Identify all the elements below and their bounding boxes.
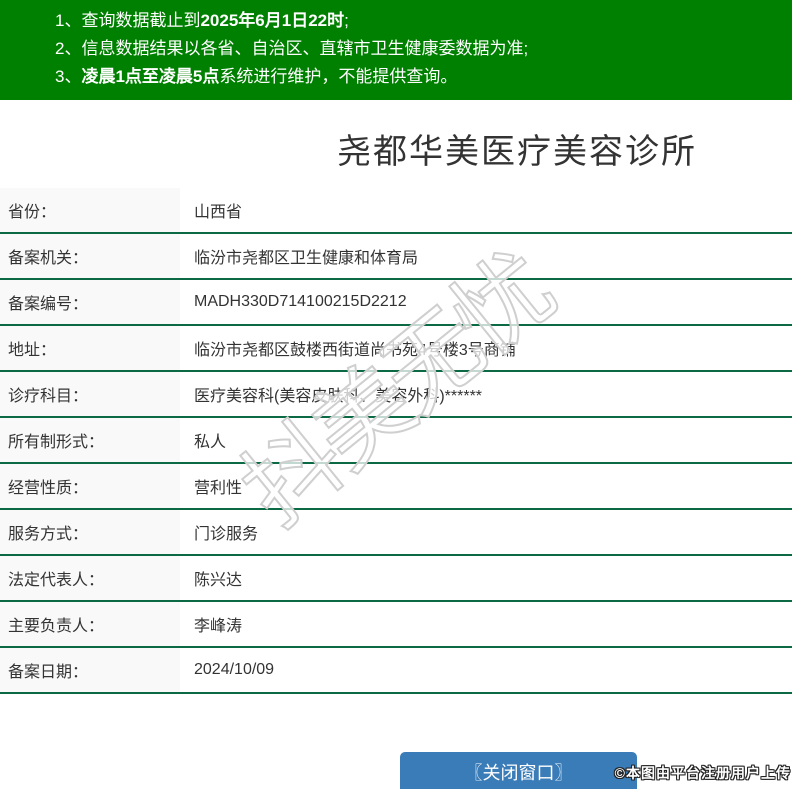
row-label: 地址： [0, 326, 180, 370]
uploader-note: ©本图由平台注册用户上传 [614, 765, 791, 781]
table-row: 省份： 山西省 [0, 188, 792, 234]
row-value: 李峰涛 [194, 618, 243, 635]
table-row: 备案机关： 临汾市尧都区卫生健康和体育局 [0, 234, 792, 280]
banner-notices: 1、查询数据截止到2025年6月1日22时; 2、信息数据结果以各省、自治区、直… [55, 7, 782, 91]
row-value: 山西省 [194, 204, 243, 221]
row-label: 省份： [0, 188, 180, 232]
notice-bold-text: 凌晨1点至凌晨5点 [81, 67, 220, 86]
notice-bold-text: 2025年6月1日22时 [200, 11, 345, 30]
notice-number: 3、 [55, 67, 82, 86]
row-label: 所有制形式： [0, 418, 180, 462]
row-value: 临汾市尧都区鼓楼西街道尚书苑4号楼3号商铺 [194, 342, 516, 359]
notice-number: 1、 [55, 11, 82, 30]
row-label: 法定代表人： [0, 556, 180, 600]
row-value: 私人 [194, 434, 227, 451]
notice-line: 2、信息数据结果以各省、自治区、直辖市卫生健康委数据为准; [55, 35, 782, 63]
notice-text: 系统进行维护，不能提供查询。 [219, 67, 458, 86]
table-row: 备案日期： 2024/10/09 [0, 648, 792, 694]
row-value: MADH330D714100215D2212 [194, 293, 407, 310]
table-row: 所有制形式： 私人 [0, 418, 792, 464]
row-label: 诊疗科目： [0, 372, 180, 416]
notice-text: 查询数据截止到 [81, 11, 201, 30]
row-label: 备案日期： [0, 648, 180, 692]
notice-text: 信息数据结果以各省、自治区、直辖市卫生健康委数据为准; [81, 39, 529, 58]
table-row: 法定代表人： 陈兴达 [0, 556, 792, 602]
notice-banner: 1、查询数据截止到2025年6月1日22时; 2、信息数据结果以各省、自治区、直… [0, 0, 792, 100]
registration-info-table: 省份： 山西省 备案机关： 临汾市尧都区卫生健康和体育局 备案编号： MADH3… [0, 188, 792, 694]
table-row: 诊疗科目： 医疗美容科(美容皮肤科、美容外科)****** [0, 372, 792, 418]
page-title: 尧都华美医疗美容诊所 [337, 133, 697, 171]
close-window-button[interactable]: 〖关闭窗口〗 [400, 752, 637, 789]
notice-line: 1、查询数据截止到2025年6月1日22时; [55, 7, 782, 35]
table-row: 备案编号： MADH330D714100215D2212 [0, 280, 792, 326]
row-value: 医疗美容科(美容皮肤科、美容外科)****** [194, 388, 483, 405]
row-label: 经营性质： [0, 464, 180, 508]
row-value: 2024/10/09 [194, 661, 275, 678]
row-label: 备案机关： [0, 234, 180, 278]
notice-number: 2、 [55, 39, 82, 58]
row-value: 临汾市尧都区卫生健康和体育局 [194, 250, 419, 267]
notice-line: 3、凌晨1点至凌晨5点系统进行维护，不能提供查询。 [55, 63, 782, 91]
table-row: 经营性质： 营利性 [0, 464, 792, 510]
row-label: 服务方式： [0, 510, 180, 554]
row-value: 陈兴达 [194, 572, 243, 589]
notice-text: ; [344, 11, 349, 30]
row-value: 营利性 [194, 480, 243, 497]
row-label: 备案编号： [0, 280, 180, 324]
row-label: 主要负责人： [0, 602, 180, 646]
table-row: 服务方式： 门诊服务 [0, 510, 792, 556]
row-value: 门诊服务 [194, 526, 259, 543]
table-row: 主要负责人： 李峰涛 [0, 602, 792, 648]
table-row: 地址： 临汾市尧都区鼓楼西街道尚书苑4号楼3号商铺 [0, 326, 792, 372]
